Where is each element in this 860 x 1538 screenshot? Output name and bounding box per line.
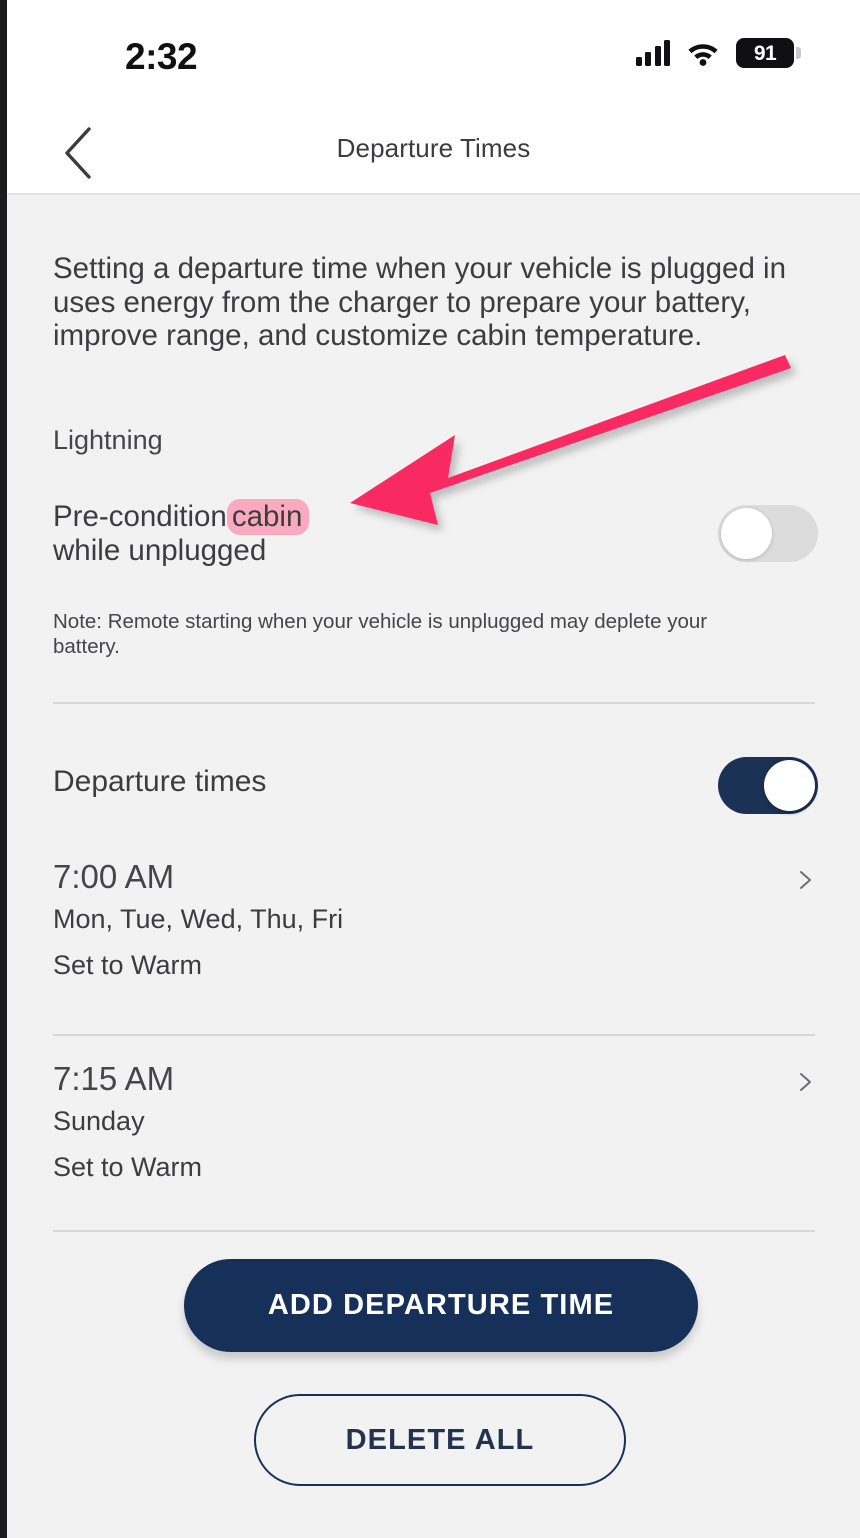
divider-after-note bbox=[53, 702, 815, 704]
status-bar-clock: 2:32 bbox=[125, 36, 198, 77]
departure-time-entry[interactable]: 7:00 AM Mon, Tue, Wed, Thu, Fri Set to W… bbox=[53, 857, 818, 985]
departure-times-row: Departure times bbox=[53, 757, 818, 819]
status-bar: 2:32 91 bbox=[7, 0, 860, 110]
chevron-right-icon bbox=[800, 1073, 811, 1091]
entry-days: Mon, Tue, Wed, Thu, Fri bbox=[53, 904, 344, 934]
entry-time: 7:15 AM bbox=[53, 1060, 175, 1097]
precondition-note: Note: Remote starting when your vehicle … bbox=[53, 610, 708, 658]
phone-screen: 2:32 91 Departure Times Setting a depart… bbox=[0, 0, 860, 1538]
departure-times-toggle[interactable] bbox=[718, 757, 818, 814]
divider-before-actions bbox=[53, 1230, 815, 1232]
main-content: Setting a departure time when your vehic… bbox=[7, 197, 860, 1538]
departure-time-entry[interactable]: 7:15 AM Sunday Set to Warm bbox=[53, 1059, 818, 1187]
delete-all-button[interactable]: DELETE ALL bbox=[254, 1394, 626, 1486]
status-bar-icons: 91 bbox=[635, 38, 801, 68]
precondition-toggle[interactable] bbox=[718, 505, 818, 562]
precondition-label-part1: Pre-condition bbox=[53, 500, 227, 533]
vehicle-name-label: Lightning bbox=[53, 425, 163, 455]
divider-between-entries bbox=[53, 1034, 815, 1036]
toggle-knob bbox=[764, 760, 815, 811]
entry-days: Sunday bbox=[53, 1106, 145, 1136]
battery-level-label: 91 bbox=[753, 41, 777, 65]
cellular-signal-icon bbox=[635, 40, 670, 66]
precondition-label: Pre-condition cabin while unplugged bbox=[53, 499, 573, 568]
add-departure-time-button[interactable]: ADD DEPARTURE TIME bbox=[184, 1259, 698, 1352]
toggle-knob bbox=[721, 508, 772, 559]
precondition-label-part2: while unplugged bbox=[53, 534, 267, 567]
page-title: Departure Times bbox=[336, 133, 531, 163]
entry-time: 7:00 AM bbox=[53, 858, 175, 895]
battery-icon: 91 bbox=[736, 38, 801, 68]
navigation-header: Departure Times bbox=[7, 110, 860, 195]
device-bezel-left bbox=[0, 0, 7, 1538]
highlighted-word-cabin: cabin bbox=[226, 499, 310, 535]
intro-description: Setting a departure time when your vehic… bbox=[53, 252, 787, 352]
precondition-row: Pre-condition cabin while unplugged bbox=[53, 499, 818, 580]
entry-mode: Set to Warm bbox=[53, 950, 203, 980]
entry-mode: Set to Warm bbox=[53, 1152, 203, 1182]
chevron-right-icon bbox=[800, 871, 811, 889]
departure-times-label: Departure times bbox=[53, 765, 267, 798]
wifi-icon bbox=[688, 44, 718, 66]
